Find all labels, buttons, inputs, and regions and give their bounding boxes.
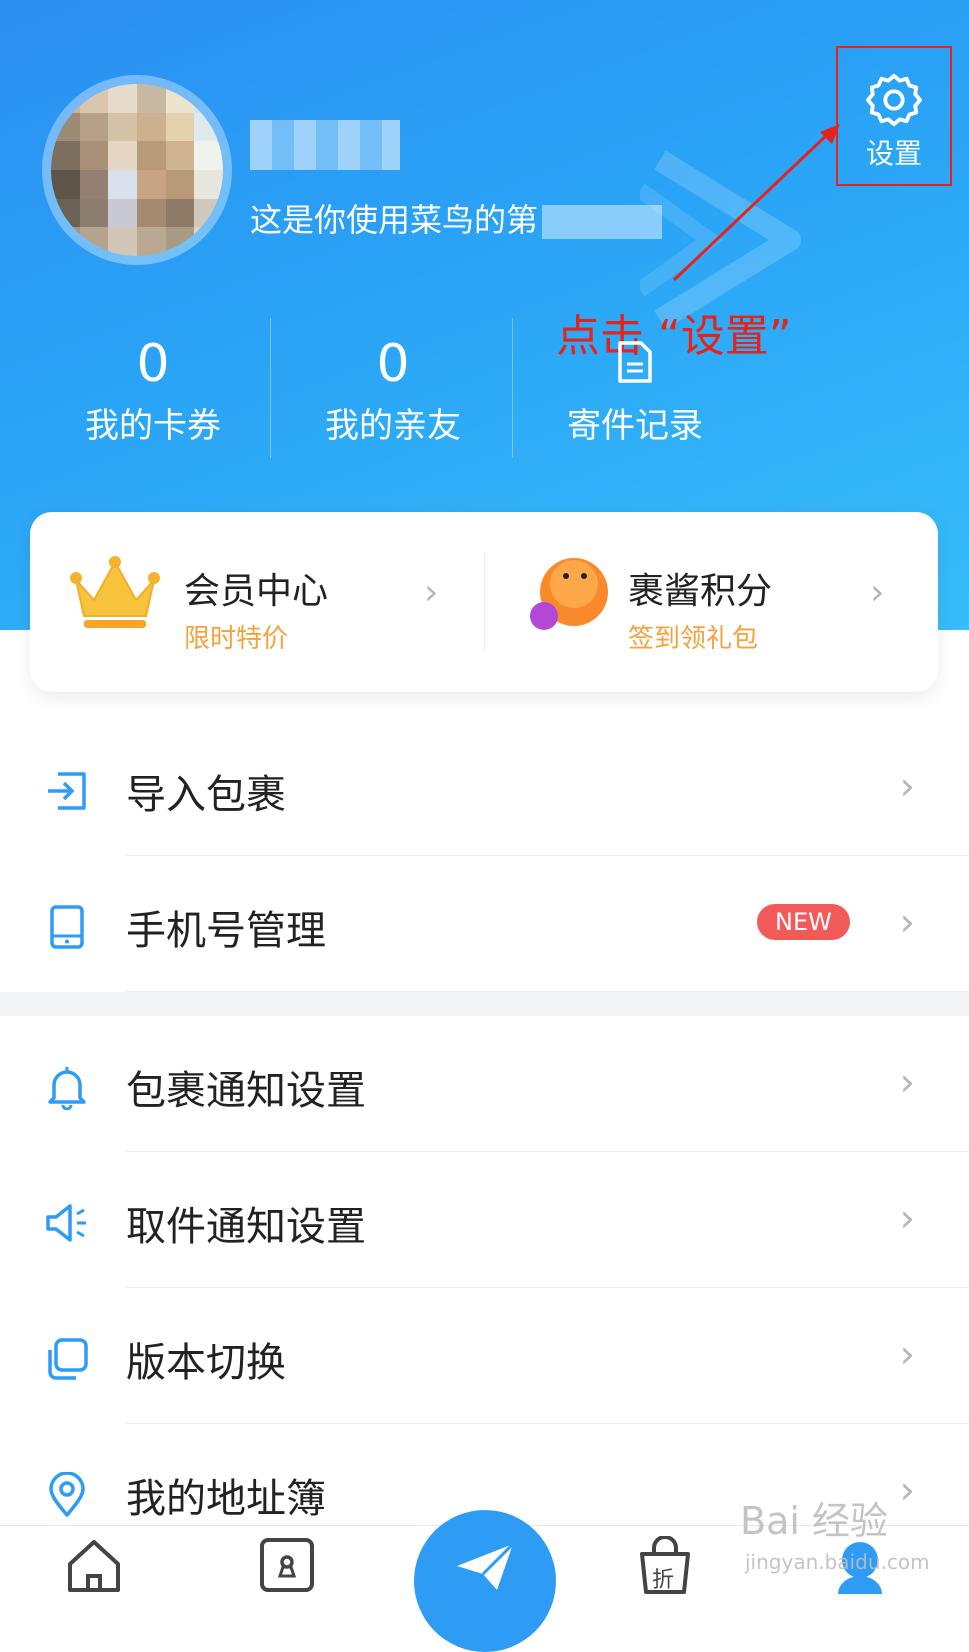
promo-member-center[interactable]: 会员中心 限时特价 › [30,512,484,692]
usage-days-text: 这是你使用菜鸟的第 [250,195,663,241]
list-item-label: 包裹通知设置 [126,1068,366,1114]
stat-value: 0 [376,334,410,394]
stat-my-coupons[interactable]: 0 我的卡券 [30,310,276,450]
section-gap [0,992,969,1016]
stat-label: 寄件记录 [567,406,703,446]
chevron-right-icon: › [424,572,439,613]
chevron-right-icon: › [899,1332,915,1376]
usage-days-blurred [542,205,663,239]
bell-icon [48,1067,86,1110]
speaker-icon [46,1204,86,1242]
send-icon [457,1542,515,1590]
nav-package[interactable] [258,1536,316,1598]
annotation-highlight-box [836,46,952,186]
list-item-label: 版本切换 [126,1340,286,1386]
new-badge: NEW [757,904,850,940]
list-item-package-notification[interactable]: 包裹通知设置 › [0,1016,969,1152]
stat-send-records[interactable]: 寄件记录 [512,310,758,450]
import-icon [48,772,86,810]
chevron-right-icon: › [870,572,885,613]
list-item-pickup-notification[interactable]: 取件通知设置 › [0,1152,969,1288]
list-item-import-package[interactable]: 导入包裹 › [0,720,969,856]
list-item-label: 取件通知设置 [126,1204,366,1250]
avatar-image [51,84,223,256]
username-blurred [250,120,400,170]
annotation-arrow-icon [672,124,840,282]
stats-bar: 0 我的卡券 0 我的亲友 寄件记录 [0,310,780,458]
chevron-right-icon: › [899,1468,915,1512]
promo-title: 会员中心 [184,571,329,612]
list-item-label: 手机号管理 [126,908,326,954]
switch-icon [48,1338,88,1380]
stat-my-friends[interactable]: 0 我的亲友 [270,310,516,450]
list-item-phone-management[interactable]: 手机号管理 NEW › [0,856,969,992]
watermark-url: jingyan.baidu.com [745,1550,930,1574]
home-icon [68,1540,120,1592]
stat-value: 0 [136,334,170,394]
nav-deals[interactable]: 折 [636,1535,694,1600]
package-icon [260,1538,314,1592]
promo-title: 裹酱积分 [628,571,773,612]
crown-icon [70,556,160,628]
chevron-right-icon: › [899,1196,915,1240]
chevron-right-icon: › [899,900,915,944]
promo-subtitle: 签到领礼包 [628,624,759,654]
list-item-version-switch[interactable]: 版本切换 › [0,1288,969,1424]
list-item-label: 导入包裹 [126,772,286,818]
deals-label: 折 [652,1568,675,1593]
mascot-icon [530,558,608,630]
chevron-right-icon: › [899,764,915,808]
settings-list: 导入包裹 › 手机号管理 NEW › 包裹通知设置 › 取件通知设置 › 版本切… [0,720,969,1560]
document-icon [618,341,652,383]
promo-points[interactable]: 裹酱积分 签到领礼包 › [484,512,938,692]
phone-icon [50,905,84,949]
send-package-button[interactable] [414,1510,556,1652]
avatar[interactable] [42,75,232,265]
nav-home[interactable] [64,1536,124,1600]
list-item-label: 我的地址簿 [126,1476,326,1522]
watermark: Bai 经验 [740,1499,888,1543]
promo-card: 会员中心 限时特价 › 裹酱积分 签到领礼包 › [30,512,938,692]
row-separator [126,991,969,992]
stat-label: 我的卡券 [85,406,221,446]
chevron-right-icon: › [899,1060,915,1104]
stat-label: 我的亲友 [325,406,461,446]
usage-days-label: 这是你使用菜鸟的第 [250,201,539,239]
promo-subtitle: 限时特价 [184,624,289,654]
location-pin-icon [49,1472,85,1517]
